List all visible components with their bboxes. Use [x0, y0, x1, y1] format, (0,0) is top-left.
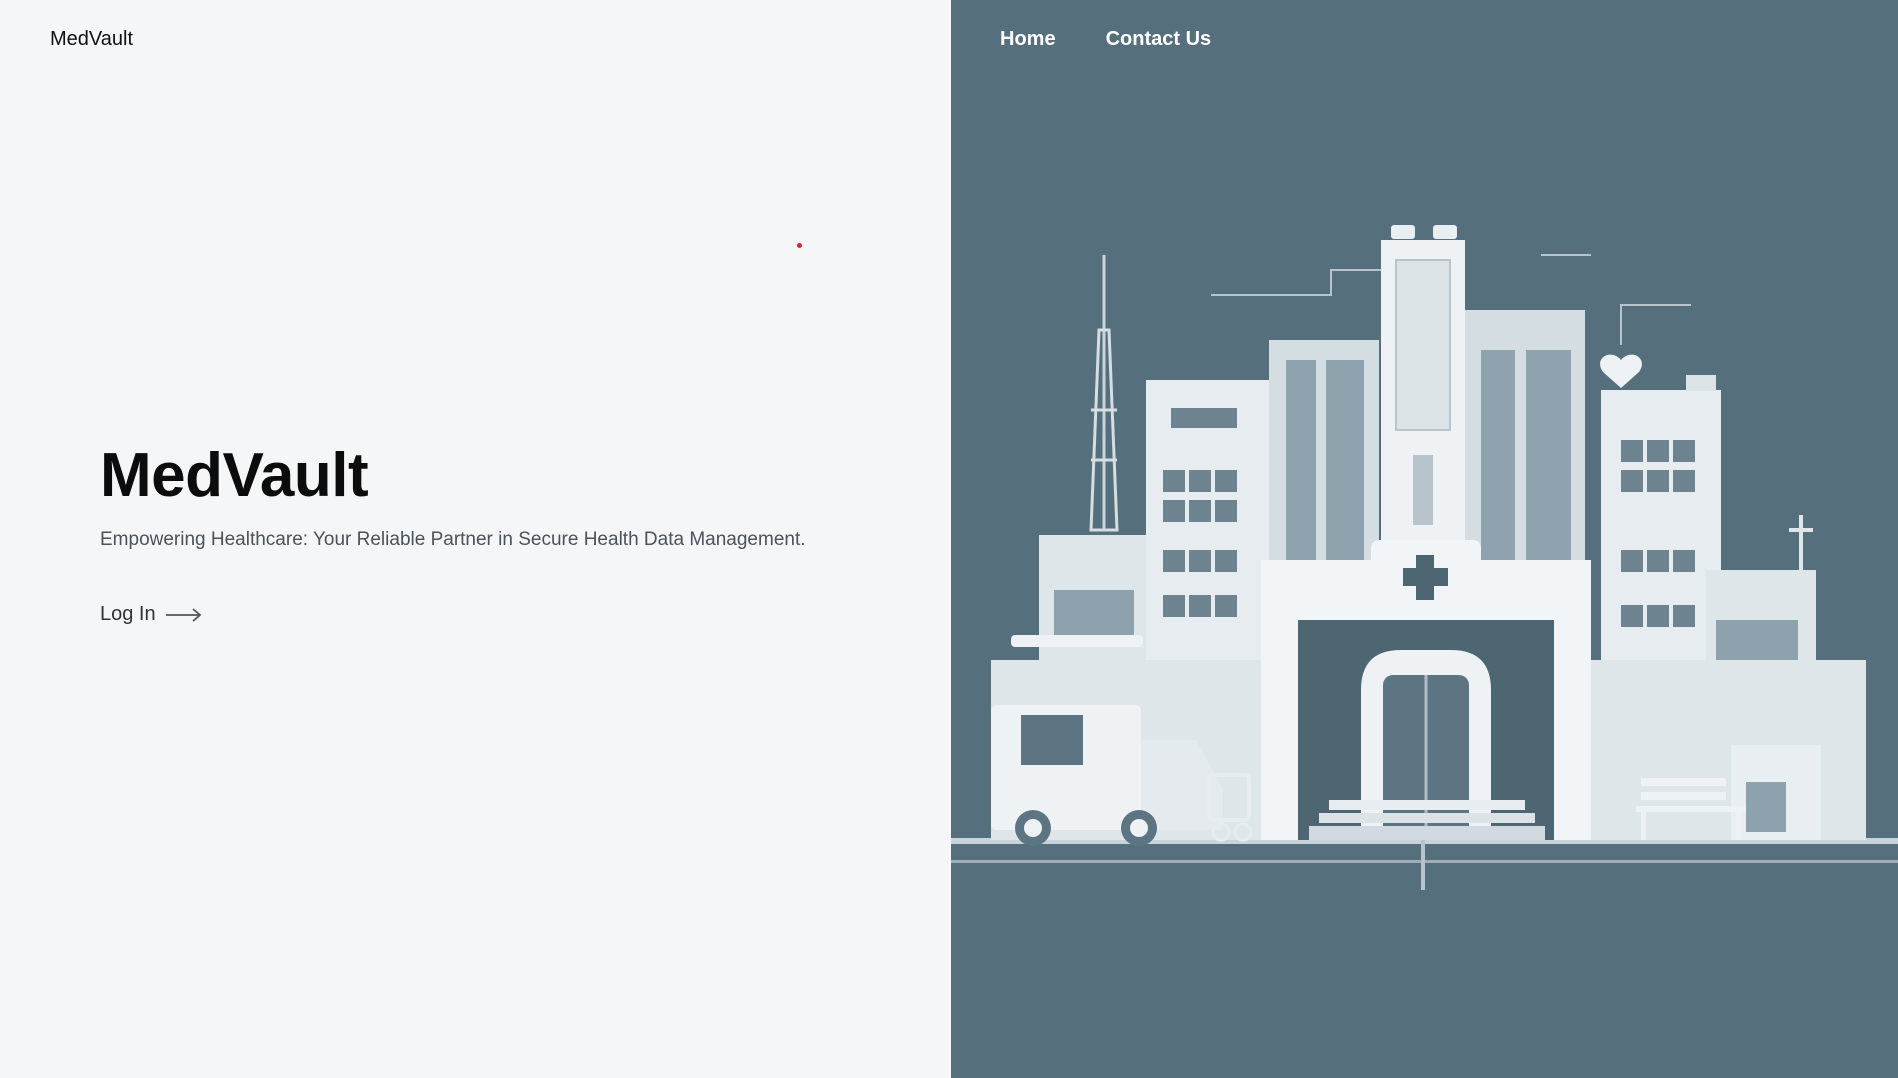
- left-panel: MedVault MedVault Empowering Healthcare:…: [0, 0, 951, 1078]
- brand-logo[interactable]: MedVault: [50, 28, 133, 51]
- accent-dot: [797, 243, 802, 248]
- login-label: Log In: [100, 603, 156, 625]
- hero-title: MedVault: [100, 441, 369, 510]
- hero-subtitle: Empowering Healthcare: Your Reliable Par…: [100, 529, 806, 550]
- arrow-right-icon: [165, 607, 201, 622]
- nav-contact-us[interactable]: Contact Us: [1106, 28, 1212, 51]
- hospital-illustration-icon: [951, 225, 1898, 890]
- top-nav: Home Contact Us: [1000, 28, 1211, 51]
- nav-home[interactable]: Home: [1000, 28, 1056, 51]
- login-link[interactable]: Log In: [100, 603, 202, 626]
